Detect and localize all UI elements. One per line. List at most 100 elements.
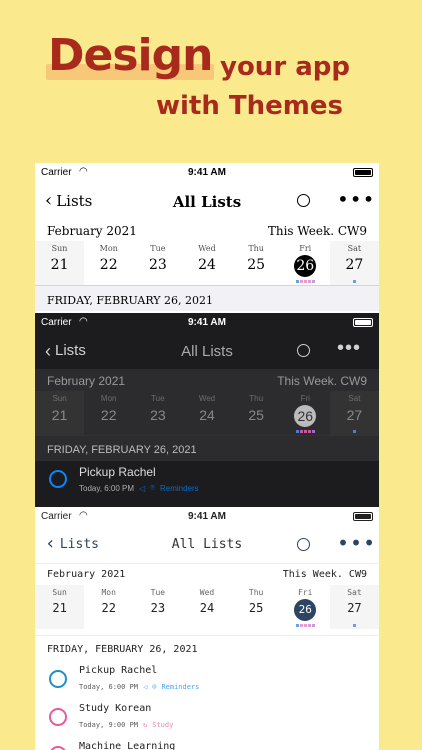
circle-button[interactable] <box>297 194 310 207</box>
task-row[interactable]: Machine Learning <box>35 737 379 750</box>
day-name: Mon <box>101 588 116 597</box>
task-meta: Today, 6:00 PM ◁ ⌾ Reminders <box>79 683 199 691</box>
event-marks <box>330 624 379 627</box>
week-strip: Sun 21 Mon 22 Tue 23 Wed 24 Thu 25 Fri 26 Sat 2… <box>35 391 379 435</box>
status-time: 9:41 AM <box>188 511 226 522</box>
day-date: 24 <box>199 407 215 423</box>
task-meta: Today, 6:00 PM ◁ ⌾ Reminders <box>79 483 199 493</box>
more-button[interactable]: ••• <box>337 187 375 211</box>
section-header: FRIDAY, FEBRUARY 26, 2021 <box>35 285 379 311</box>
day-name: Sat <box>347 244 362 253</box>
day-date: 26 <box>294 255 317 277</box>
battery-icon <box>353 318 373 327</box>
day-date: 25 <box>248 601 264 615</box>
speaker-icon: ◁ <box>143 683 148 691</box>
day-cell-selected[interactable]: Fri 26 <box>281 585 330 629</box>
day-date: 25 <box>248 407 264 423</box>
day-name: Thu <box>248 588 264 597</box>
day-cell-selected[interactable]: Fri 26 <box>281 241 330 285</box>
day-date: 24 <box>199 601 215 615</box>
month-label: February 2021 <box>47 224 137 238</box>
task-checkbox[interactable] <box>49 470 67 488</box>
page-title: All Lists <box>172 193 242 211</box>
task-row[interactable]: Study Korean Today, 9:00 PM ↻ Study <box>35 699 379 737</box>
day-cell[interactable]: Tue 23 <box>133 391 182 435</box>
day-date: 26 <box>294 405 317 427</box>
day-name: Mon <box>100 394 117 403</box>
day-name: Fri <box>298 588 313 597</box>
day-date: 22 <box>101 601 116 615</box>
day-cell[interactable]: Thu 25 <box>232 391 281 435</box>
day-cell[interactable]: Tue 23 <box>133 241 182 285</box>
week-strip: Sun 21 Mon 22 Tue 23 Wed 24 Thu 25 Fri 26 Sat 2… <box>35 241 379 285</box>
task-checkbox[interactable] <box>49 708 67 726</box>
section-header: FRIDAY, FEBRUARY 26, 2021 <box>35 635 379 661</box>
headline-your-app: your app <box>220 52 350 82</box>
day-cell[interactable]: Thu 25 <box>232 241 281 285</box>
task-title: Pickup Rachel <box>79 465 156 479</box>
event-marks <box>281 430 330 433</box>
day-date: 22 <box>99 257 118 273</box>
status-bar: Carrier ◠ 9:41 AM <box>35 507 379 527</box>
week-header: February 2021 This Week. CW9 <box>35 369 379 391</box>
calendar-week-label: This Week. CW9 <box>277 374 367 388</box>
day-date: 22 <box>100 407 117 423</box>
status-bar: Carrier ◠ 9:41 AM <box>35 313 379 333</box>
day-name: Sun <box>52 588 67 597</box>
day-name: Sat <box>348 394 361 403</box>
day-name: Fri <box>300 394 310 403</box>
task-list: Study <box>152 721 174 729</box>
day-date: 27 <box>345 257 364 273</box>
theme-dark-preview: Carrier ◠ 9:41 AM ‹ Lists All Lists ••• … <box>35 313 379 507</box>
day-name: Wed <box>198 244 216 253</box>
day-cell[interactable]: Tue 23 <box>133 585 182 629</box>
event-marks <box>281 280 330 283</box>
battery-icon <box>353 168 373 177</box>
day-cell[interactable]: Sun 21 <box>35 391 85 435</box>
day-name: Sun <box>52 394 67 403</box>
day-cell[interactable]: Sat 27 <box>329 585 379 629</box>
event-marks <box>330 280 379 283</box>
day-cell[interactable]: Wed 24 <box>182 241 231 285</box>
task-checkbox[interactable] <box>49 746 67 750</box>
day-cell[interactable]: Sat 27 <box>329 241 379 285</box>
day-cell[interactable]: Sun 21 <box>35 241 85 285</box>
nav-bar: ‹ Lists All Lists ••• <box>35 527 379 563</box>
day-cell[interactable]: Mon 22 <box>84 585 133 629</box>
day-cell[interactable]: Wed 24 <box>182 585 231 629</box>
theme-light-preview: Carrier ◠ 9:41 AM ‹ Lists All Lists ••• … <box>35 163 379 313</box>
day-cell-selected[interactable]: Fri 26 <box>281 391 330 435</box>
day-name: Wed <box>198 394 216 403</box>
day-cell[interactable]: Mon 22 <box>84 241 133 285</box>
task-checkbox[interactable] <box>49 670 67 688</box>
theme-mono-preview: Carrier ◠ 9:41 AM ‹ Lists All Lists ••• … <box>35 507 379 750</box>
event-marks <box>281 624 330 627</box>
more-button[interactable]: ••• <box>337 531 376 555</box>
speaker-icon: ◁ <box>139 483 146 493</box>
task-row[interactable]: Pickup Rachel Today, 6:00 PM ◁ ⌾ Reminde… <box>35 461 379 499</box>
circle-button[interactable] <box>297 344 310 357</box>
week-header: February 2021 This Week. CW9 <box>35 219 379 241</box>
day-cell[interactable]: Thu 25 <box>232 585 281 629</box>
page-title: All Lists <box>171 537 243 552</box>
nav-bar: ‹ Lists All Lists ••• <box>35 183 379 219</box>
day-cell[interactable]: Mon 22 <box>84 391 133 435</box>
task-title: Pickup Rachel <box>79 665 158 676</box>
calendar-week-label: This Week. CW9 <box>282 569 367 580</box>
day-cell[interactable]: Wed 24 <box>182 391 231 435</box>
more-button[interactable]: ••• <box>337 337 361 360</box>
task-time: Today, 6:00 PM <box>79 683 139 691</box>
day-date: 23 <box>150 407 166 423</box>
month-label: February 2021 <box>47 569 126 580</box>
day-cell[interactable]: Sat 27 <box>329 391 379 435</box>
task-row[interactable]: Pickup Rachel Today, 6:00 PM ◁ ⌾ Reminde… <box>35 661 379 699</box>
circle-button[interactable] <box>297 538 310 551</box>
day-cell[interactable]: Sun 21 <box>35 585 85 629</box>
nav-bar: ‹ Lists All Lists ••• <box>35 333 379 369</box>
status-bar: Carrier ◠ 9:41 AM <box>35 163 379 183</box>
day-date: 26 <box>294 599 317 621</box>
task-title: Study Korean <box>79 703 152 714</box>
day-date: 27 <box>347 601 362 615</box>
page-title: All Lists <box>181 343 233 360</box>
location-icon: ⌾ <box>150 483 155 492</box>
